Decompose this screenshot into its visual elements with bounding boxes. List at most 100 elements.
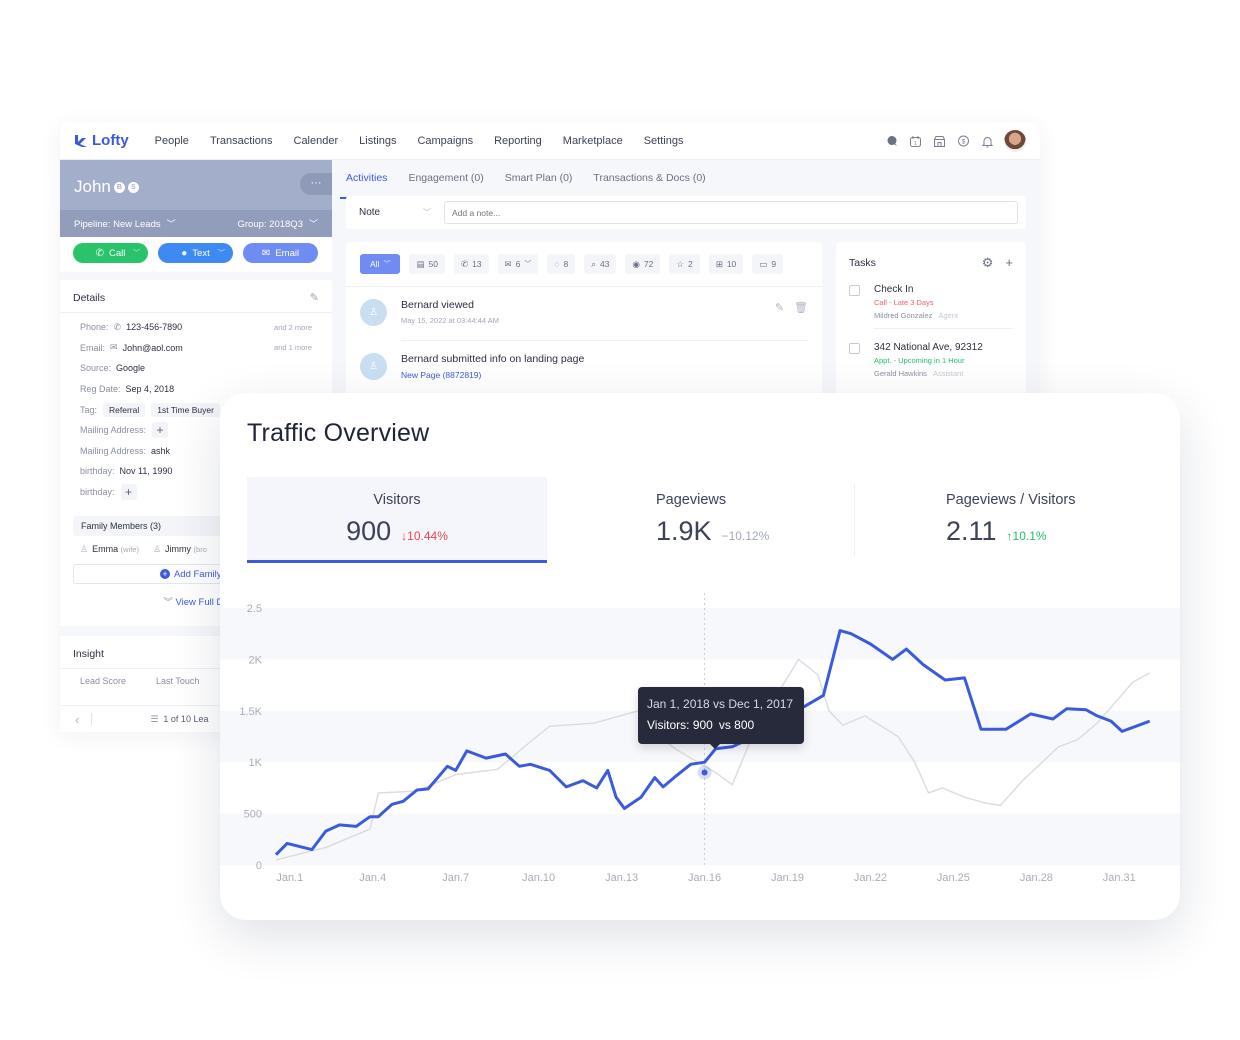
x-tick-label: Jan.28: [1020, 872, 1053, 884]
filter-emails[interactable]: ✉ 6 ﹀: [497, 254, 539, 274]
tag-chip[interactable]: 1st Time Buyer: [151, 402, 220, 417]
add-icon[interactable]: +: [120, 484, 137, 501]
phone-icon: ✆: [95, 247, 104, 259]
double-chevron-down-icon: ︾: [163, 597, 176, 609]
user-avatar[interactable]: [1004, 130, 1026, 152]
user-add-icon: ♙: [360, 299, 387, 326]
x-tick-label: Jan.25: [937, 872, 970, 884]
nav-reporting[interactable]: Reporting: [494, 135, 542, 147]
chat-icon[interactable]: [884, 134, 899, 149]
chevron-down-icon: ﹀: [383, 261, 391, 268]
search-icon: ⌕: [591, 258, 596, 269]
filter-messages[interactable]: ▭ 9: [752, 254, 784, 274]
filter-all[interactable]: All ﹀: [360, 254, 401, 274]
tooltip-compare: vs 800: [718, 718, 755, 732]
screen-icon: ▭: [759, 258, 768, 269]
note-type-label: Note: [359, 207, 381, 218]
source-label: Source:: [80, 363, 112, 374]
call-button[interactable]: ✆ Call ﹀: [73, 243, 148, 263]
birthday-label: birthday:: [80, 487, 115, 498]
filter-calls[interactable]: ✆ 13: [453, 254, 489, 274]
calendar-icon[interactable]: 1: [908, 134, 923, 149]
x-tick-label: Jan.16: [688, 872, 721, 884]
text-button[interactable]: ● Text ﹀: [158, 243, 233, 263]
tab-activities[interactable]: Activities: [339, 160, 394, 199]
task-checkbox[interactable]: [849, 343, 860, 354]
phone-value[interactable]: 123-456-7890: [126, 322, 182, 332]
email-button[interactable]: ✉ Email: [243, 243, 318, 263]
phone-label: Phone:: [80, 322, 109, 333]
nav-settings[interactable]: Settings: [644, 135, 684, 147]
chevron-left-icon[interactable]: ‹: [75, 712, 79, 727]
filter-searches[interactable]: ⌕ 43: [584, 254, 617, 274]
nav-people[interactable]: People: [155, 135, 189, 147]
edit-icon[interactable]: ✎: [775, 301, 784, 314]
tooltip-value: 900: [692, 718, 713, 732]
filter-views[interactable]: ◉ 72: [625, 254, 661, 274]
chevron-down-icon[interactable]: ﹀: [133, 248, 140, 258]
dollar-icon[interactable]: $: [956, 134, 971, 149]
kpi-pageviews[interactable]: Pageviews 1.9K −10.12%: [600, 477, 850, 563]
divider: [91, 713, 93, 725]
add-icon[interactable]: +: [1005, 255, 1013, 271]
pager-label: 1 of 10 Lea: [163, 714, 209, 724]
tag-chip[interactable]: Referral: [103, 402, 146, 417]
task-checkbox[interactable]: [849, 285, 860, 296]
text-label: Text: [192, 247, 210, 259]
filter-texts[interactable]: ◌ 8: [547, 254, 576, 274]
filter-count: 10: [726, 259, 737, 269]
grid-band: [220, 608, 1180, 660]
nav-listings[interactable]: Listings: [359, 135, 396, 147]
store-icon[interactable]: [932, 134, 947, 149]
nav-transactions[interactable]: Transactions: [210, 135, 273, 147]
family-member-name: Jimmy: [165, 544, 192, 555]
gear-icon[interactable]: ⚙: [982, 255, 994, 271]
more-options-button[interactable]: ···: [300, 173, 332, 195]
nav-campaigns[interactable]: Campaigns: [417, 135, 473, 147]
task-title[interactable]: 342 National Ave, 92312: [874, 342, 983, 353]
filter-favorites[interactable]: ☆ 2: [669, 254, 700, 274]
email-more-link[interactable]: and 1 more: [274, 343, 312, 352]
kpi-pageviews-per-visitor[interactable]: Pageviews / Visitors 2.11 ↑10.1%: [900, 477, 1160, 563]
kpi-visitors[interactable]: Visitors 900 ↓10.44%: [247, 477, 547, 563]
chevron-down-icon: ﹀: [524, 261, 532, 268]
family-member[interactable]: ♙ Emma (wife): [80, 544, 139, 555]
activity-item: ♙ Bernard viewed May 15, 2022 at 03:44:4…: [346, 287, 822, 326]
divider: [874, 328, 1013, 329]
bell-icon[interactable]: [980, 134, 995, 149]
family-member[interactable]: ♙ Jimmy (bro: [153, 544, 207, 555]
tab-smart-plan[interactable]: Smart Plan (0): [505, 160, 573, 192]
filter-count: 6: [515, 259, 521, 269]
group-label: Group: 2018Q3: [237, 219, 303, 230]
activity-link[interactable]: New Page (8872819): [401, 370, 584, 380]
tab-transactions-docs[interactable]: Transactions & Docs (0): [593, 160, 705, 192]
filter-notes[interactable]: ▤ 50: [409, 254, 445, 274]
filter-count: 13: [472, 259, 482, 269]
pipeline-select[interactable]: Pipeline: New Leads ﹀: [74, 217, 176, 230]
chevron-down-icon: ﹀: [423, 208, 431, 217]
brand-logo[interactable]: Lofty: [73, 132, 129, 149]
note-type-select[interactable]: Note ﹀: [359, 207, 439, 218]
trash-icon[interactable]: 🗑︎: [794, 301, 808, 314]
phone-more-link[interactable]: and 2 more: [274, 323, 312, 332]
buyer-badge: B: [113, 181, 125, 193]
eye-icon: ◉: [632, 258, 640, 269]
task-title[interactable]: Check In: [874, 284, 958, 295]
note-input[interactable]: [444, 201, 1018, 224]
task-status: Appt. - Upcoming in 1 Hour: [874, 356, 965, 365]
tab-engagement[interactable]: Engagement (0): [408, 160, 483, 192]
divider: [854, 484, 855, 556]
group-select[interactable]: Group: 2018Q3 ﹀: [237, 217, 318, 230]
filter-transactions[interactable]: ⊞ 10: [708, 254, 744, 274]
top-navigation: Lofty People Transactions Calender Listi…: [60, 122, 1040, 160]
add-icon[interactable]: +: [152, 422, 169, 439]
nav-calender[interactable]: Calender: [294, 135, 339, 147]
x-tick-label: Jan.19: [771, 872, 804, 884]
edit-icon[interactable]: ✎: [310, 291, 319, 304]
y-tick-label: 1.5K: [239, 706, 262, 718]
kpi-delta-value: 10.1%: [1012, 529, 1047, 543]
activity-title: Bernard submitted info on landing page: [401, 353, 585, 365]
chevron-down-icon[interactable]: ﹀: [218, 248, 225, 258]
email-value[interactable]: John@aol.com: [123, 343, 183, 353]
nav-marketplace[interactable]: Marketplace: [563, 135, 623, 147]
